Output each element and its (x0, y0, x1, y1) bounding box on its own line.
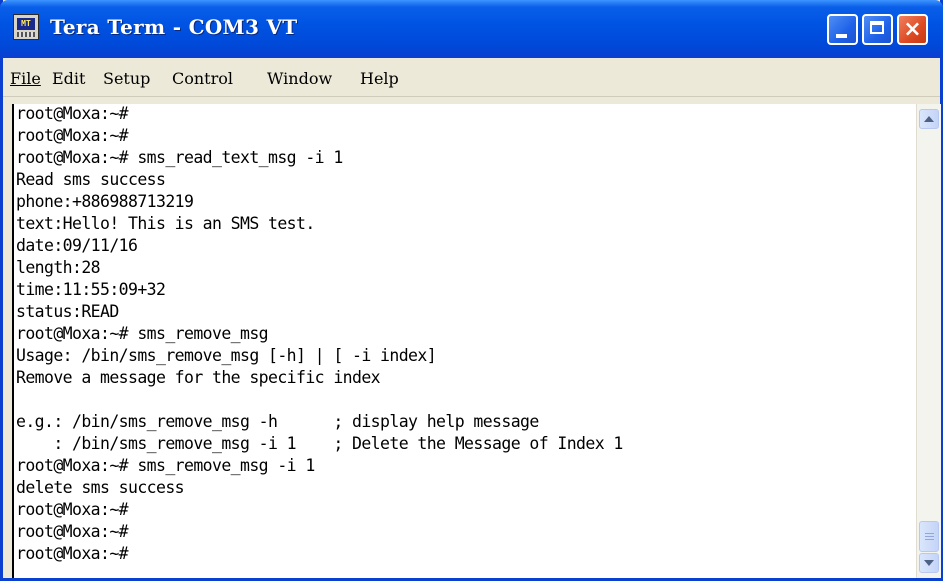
close-icon: × (903, 17, 922, 42)
menu-window[interactable]: Window (267, 69, 332, 88)
menu-control-label: Control (172, 69, 234, 88)
terminal-line: time:11:55:09+32 (16, 280, 166, 299)
grip-line (925, 533, 934, 534)
terminal-line: root@Moxa:~# (16, 104, 129, 123)
menu-window-label: Window (267, 69, 333, 88)
terminal-line: delete sms success (16, 478, 185, 497)
close-button[interactable]: × (897, 14, 928, 45)
menu-file-label: File (10, 69, 41, 88)
terminal-line: root@Moxa:~# sms_read_text_msg -i 1 (16, 148, 343, 167)
terminal-line: text:Hello! This is an SMS test. (16, 214, 315, 233)
terminal-line: status:READ (16, 302, 119, 321)
keyboard-icon (17, 32, 35, 37)
grip-line (925, 536, 934, 537)
menu-setup[interactable]: Setup (103, 69, 150, 88)
terminal-line: e.g.: /bin/sms_remove_msg -h ; display h… (16, 412, 539, 431)
terminal-line: : /bin/sms_remove_msg -i 1 ; Delete the … (16, 434, 623, 453)
grip-line (925, 539, 934, 540)
chevron-up-icon (924, 116, 934, 122)
terminal-line: root@Moxa:~# sms_remove_msg (16, 324, 269, 343)
tera-term-app-icon[interactable]: MT (13, 14, 39, 40)
terminal-line: Read sms success (16, 170, 166, 189)
window-title: Tera Term - COM3 VT (50, 15, 298, 39)
terminal-line: phone:+886988713219 (16, 192, 194, 211)
menu-bar: File Edit Setup Control Window Help (3, 58, 940, 97)
minimize-button[interactable] (827, 14, 858, 45)
scroll-down-button[interactable] (919, 553, 939, 573)
app-icon-label: MT (17, 18, 35, 30)
terminal-output[interactable]: root@Moxa:~# root@Moxa:~# root@Moxa:~# s… (12, 104, 916, 578)
terminal-line: Usage: /bin/sms_remove_msg [-h] | [ -i i… (16, 346, 437, 365)
terminal-line: length:28 (16, 258, 101, 277)
scrollbar-thumb[interactable] (919, 521, 939, 552)
terminal-line: root@Moxa:~# (16, 544, 129, 563)
terminal-line: root@Moxa:~# (16, 500, 129, 519)
minimize-icon (836, 34, 847, 38)
tera-term-window: MT Tera Term - COM3 VT × File Edit Setup… (0, 0, 943, 581)
menu-file[interactable]: File (10, 69, 41, 88)
terminal-line: root@Moxa:~# (16, 126, 129, 145)
maximize-icon (870, 21, 884, 34)
terminal-line: root@Moxa:~# sms_remove_msg -i 1 (16, 456, 315, 475)
chevron-down-icon (924, 560, 934, 566)
menu-help[interactable]: Help (360, 69, 399, 88)
terminal-line: root@Moxa:~# (16, 522, 129, 541)
title-bar[interactable]: MT Tera Term - COM3 VT × (0, 0, 943, 58)
menu-control[interactable]: Control (172, 69, 233, 88)
menu-edit[interactable]: Edit (52, 69, 85, 88)
terminal-line: Remove a message for the specific index (16, 368, 381, 387)
scroll-up-button[interactable] (919, 109, 939, 129)
menu-help-label: Help (360, 69, 399, 88)
vertical-scrollbar[interactable] (916, 104, 941, 578)
menu-setup-label: Setup (103, 69, 151, 88)
maximize-button[interactable] (862, 14, 893, 45)
terminal-line: date:09/11/16 (16, 236, 138, 255)
menu-edit-label: Edit (52, 69, 86, 88)
